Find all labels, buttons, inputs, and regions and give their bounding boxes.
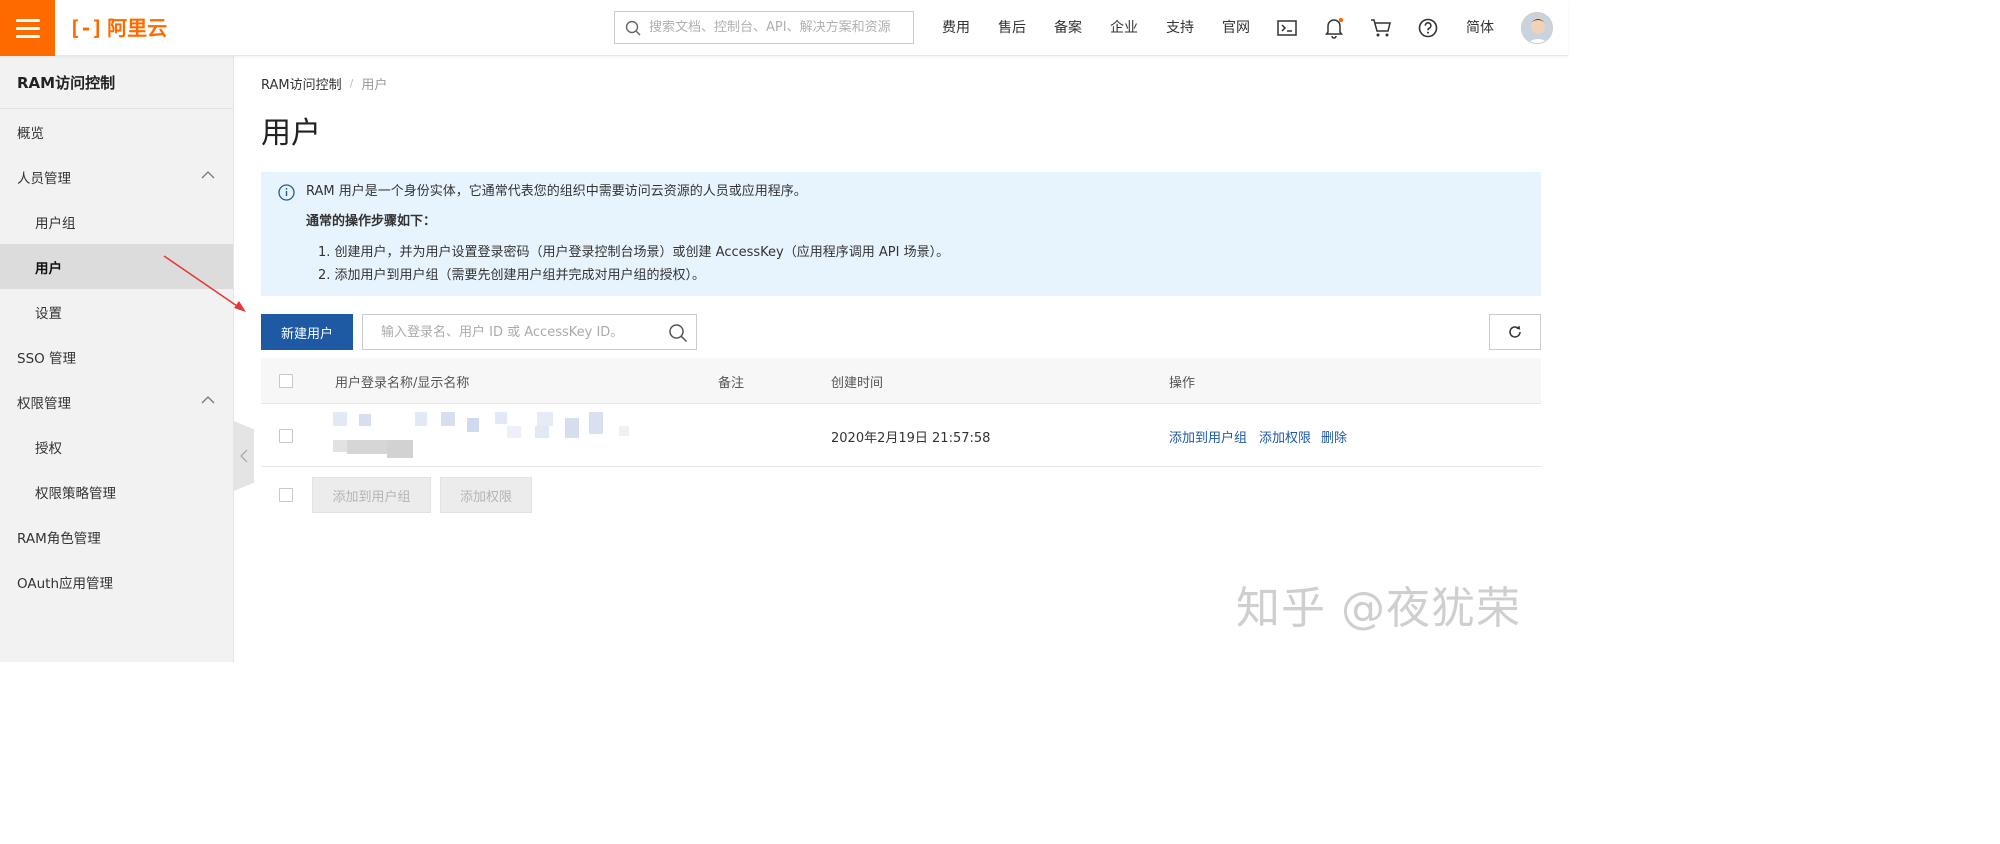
chevron-left-icon xyxy=(240,449,248,463)
sidebar-item-label: 权限策略管理 xyxy=(35,485,116,502)
annotation-arrow xyxy=(163,255,246,312)
user-search[interactable] xyxy=(362,314,697,350)
nav-fees[interactable]: 费用 xyxy=(942,18,970,38)
notice-description: RAM 用户是一个身份实体，它通常代表您的组织中需要访问云资源的人员或应用程序。 xyxy=(306,184,807,199)
sidebar-item-label: 用户组 xyxy=(35,215,76,232)
add-to-group-link[interactable]: 添加到用户组 xyxy=(1169,427,1247,446)
sidebar: RAM访问控制 概览 人员管理 用户组 用户 设置 SSO 管理 权限管理 授权… xyxy=(0,56,234,662)
breadcrumb: RAM访问控制 / 用户 xyxy=(261,74,387,93)
sidebar-item-label: 设置 xyxy=(35,305,62,322)
select-all-checkbox[interactable] xyxy=(279,374,293,388)
menu-icon[interactable] xyxy=(0,0,55,56)
terminal-icon[interactable] xyxy=(1275,16,1299,40)
sidebar-item-overview[interactable]: 概览 xyxy=(0,109,233,154)
batch-select-checkbox[interactable] xyxy=(279,488,293,502)
add-permission-link[interactable]: 添加权限 xyxy=(1259,427,1311,446)
breadcrumb-root[interactable]: RAM访问控制 xyxy=(261,74,342,93)
notice-heading: 通常的操作步骤如下： xyxy=(306,214,437,229)
chevron-up-icon xyxy=(201,396,215,404)
sidebar-item-sso[interactable]: SSO 管理 xyxy=(0,334,233,379)
search-icon xyxy=(625,20,641,35)
column-header: 创建时间 xyxy=(831,376,884,391)
redacted-user-name xyxy=(333,412,673,458)
create-user-button[interactable]: 新建用户 xyxy=(261,314,353,350)
cart-icon[interactable] xyxy=(1369,16,1393,40)
table-header: 用户登录名称/显示名称 备注 创建时间 操作 xyxy=(261,358,1541,404)
app-root: [-] 阿里云 费用 售后 备案 企业 支持 官网 简体 RAM访问控制 xyxy=(0,0,1568,662)
info-notice: RAM 用户是一个身份实体，它通常代表您的组织中需要访问云资源的人员或应用程序。… xyxy=(261,172,1541,296)
top-bar: [-] 阿里云 费用 售后 备案 企业 支持 官网 简体 xyxy=(0,0,1568,56)
user-search-input[interactable] xyxy=(381,324,651,340)
refresh-icon xyxy=(1509,325,1521,338)
sidebar-item-label: OAuth应用管理 xyxy=(17,575,114,592)
watermark-text: 知乎 @夜犹荣 xyxy=(1236,583,1521,634)
help-icon[interactable] xyxy=(1416,16,1440,40)
logo-text: 阿里云 xyxy=(107,16,168,40)
sidebar-item-label: 概览 xyxy=(17,125,44,142)
notice-step: 1. 创建用户，并为用户设置登录密码（用户登录控制台场景）或创建 AccessK… xyxy=(318,245,950,260)
created-time: 2020年2月19日 21:57:58 xyxy=(831,431,991,446)
sidebar-item-identity-management[interactable]: 人员管理 xyxy=(0,154,233,199)
search-icon[interactable] xyxy=(668,323,688,343)
sidebar-item-ram-roles[interactable]: RAM角色管理 xyxy=(0,514,233,559)
batch-add-permission-button[interactable]: 添加权限 xyxy=(440,477,532,513)
delete-link[interactable]: 删除 xyxy=(1321,427,1347,446)
bell-icon[interactable] xyxy=(1322,16,1346,40)
sidebar-item-policies[interactable]: 权限策略管理 xyxy=(0,469,233,514)
sidebar-title: RAM访问控制 xyxy=(0,56,233,109)
sidebar-collapse-handle[interactable] xyxy=(234,421,254,491)
breadcrumb-current: 用户 xyxy=(361,78,388,93)
batch-add-to-group-button[interactable]: 添加到用户组 xyxy=(312,477,431,513)
nav-after-sales[interactable]: 售后 xyxy=(998,18,1026,38)
logo-mark: [-] xyxy=(69,16,103,40)
row-checkbox[interactable] xyxy=(279,429,293,443)
nav-official-site[interactable]: 官网 xyxy=(1222,18,1250,38)
avatar[interactable] xyxy=(1521,12,1553,44)
sidebar-item-label: 人员管理 xyxy=(17,170,71,187)
sidebar-item-user-groups[interactable]: 用户组 xyxy=(0,199,233,244)
sidebar-item-label: 授权 xyxy=(35,440,62,457)
sidebar-item-label: SSO 管理 xyxy=(17,350,77,367)
refresh-button[interactable] xyxy=(1489,314,1541,350)
global-search[interactable] xyxy=(614,11,914,44)
column-header: 备注 xyxy=(718,376,745,391)
info-icon xyxy=(278,184,295,201)
sidebar-item-grants[interactable]: 授权 xyxy=(0,424,233,469)
sidebar-item-permission-management[interactable]: 权限管理 xyxy=(0,379,233,424)
nav-support[interactable]: 支持 xyxy=(1166,18,1194,38)
sidebar-item-label: 用户 xyxy=(35,260,62,277)
aliyun-logo[interactable]: [-] 阿里云 xyxy=(69,16,167,40)
column-header: 用户登录名称/显示名称 xyxy=(335,376,470,391)
column-header: 操作 xyxy=(1169,376,1196,391)
sidebar-item-oauth-apps[interactable]: OAuth应用管理 xyxy=(0,559,233,604)
breadcrumb-separator: / xyxy=(349,77,354,90)
notice-step: 2. 添加用户到用户组（需要先创建用户组并完成对用户组的授权）。 xyxy=(318,268,706,283)
global-search-input[interactable] xyxy=(649,20,905,35)
language-switch[interactable]: 简体 xyxy=(1466,18,1494,38)
sidebar-item-label: 权限管理 xyxy=(17,395,71,412)
chevron-up-icon xyxy=(201,171,215,179)
sidebar-item-label: RAM角色管理 xyxy=(17,530,101,547)
nav-enterprise[interactable]: 企业 xyxy=(1110,18,1138,38)
table-row: 2020年2月19日 21:57:58 添加到用户组 添加权限 删除 xyxy=(261,404,1541,467)
nav-filing[interactable]: 备案 xyxy=(1054,18,1082,38)
page-title: 用户 xyxy=(261,116,321,151)
